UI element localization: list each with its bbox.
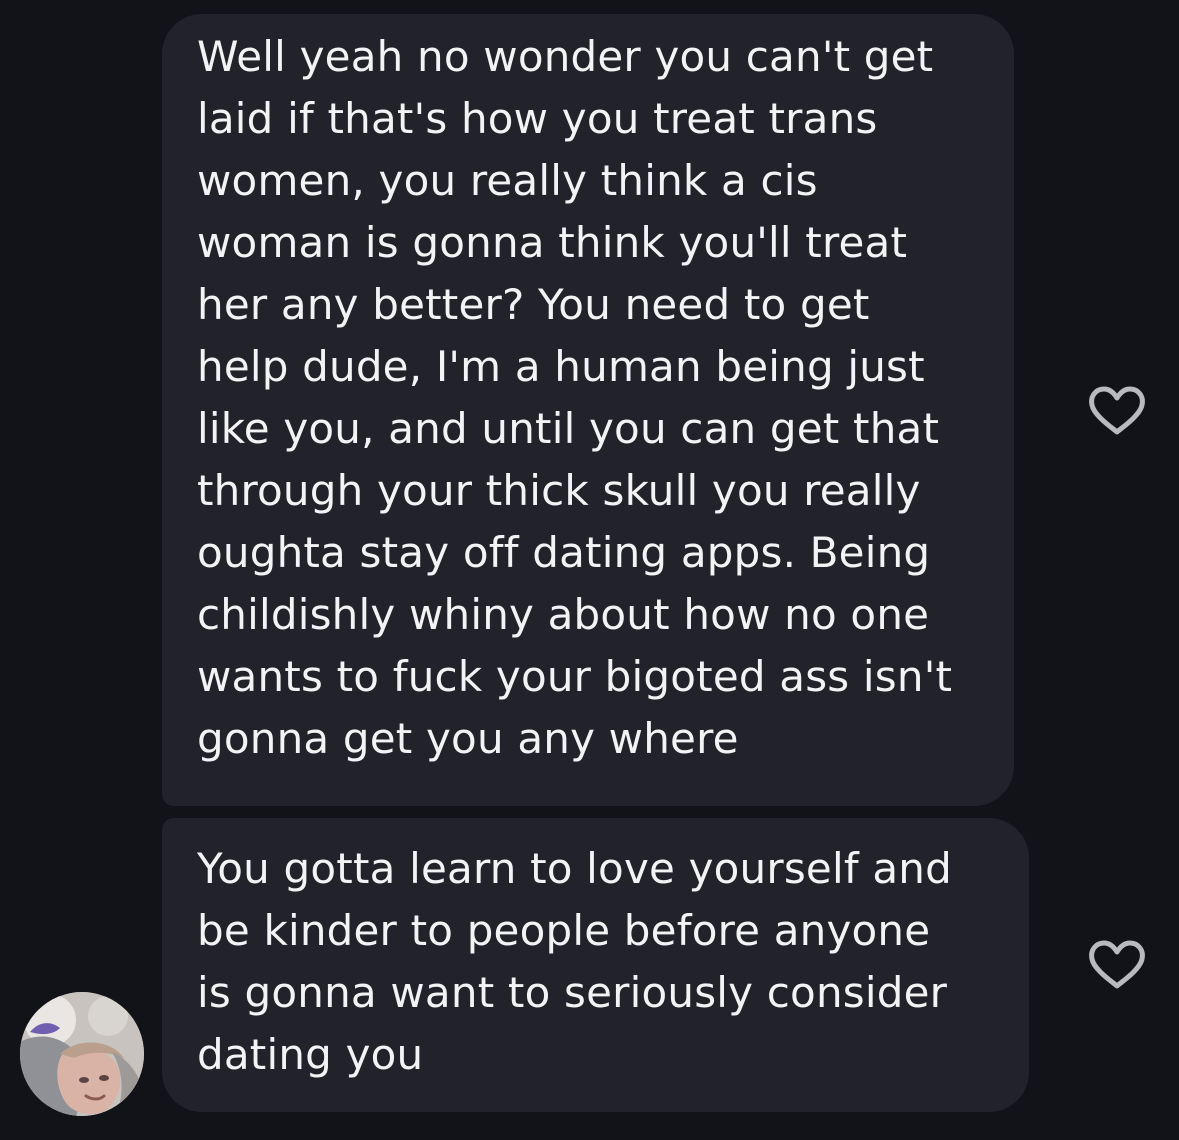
avatar[interactable] (20, 992, 144, 1116)
profile-photo-icon (20, 992, 144, 1116)
message-bubble[interactable]: You gotta learn to love yourself and be … (162, 818, 1029, 1112)
heart-icon[interactable] (1086, 383, 1148, 439)
heart-icon[interactable] (1086, 937, 1148, 993)
message-bubble[interactable]: Well yeah no wonder you can't get laid i… (162, 14, 1014, 806)
message-thread: Well yeah no wonder you can't get laid i… (0, 0, 1179, 1140)
